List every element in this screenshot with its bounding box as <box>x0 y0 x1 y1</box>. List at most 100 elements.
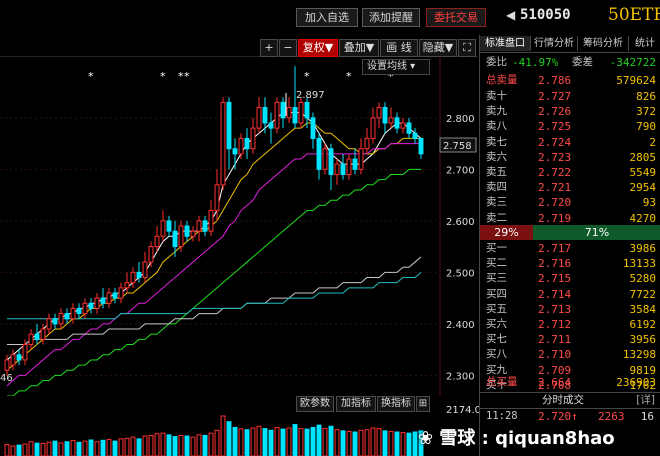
add-alert-button[interactable]: 添加提醒 <box>362 8 420 27</box>
candle[interactable] <box>286 97 292 123</box>
candle[interactable] <box>340 153 346 180</box>
candle[interactable] <box>76 303 82 319</box>
volume-bar <box>334 429 340 456</box>
event-star-icon[interactable]: * <box>304 70 310 83</box>
candle[interactable] <box>16 349 22 366</box>
candle[interactable] <box>316 133 322 180</box>
trade-order-button[interactable]: 委托交易 <box>426 8 486 27</box>
candle[interactable] <box>184 220 190 242</box>
candle[interactable] <box>274 97 280 134</box>
candle[interactable] <box>256 97 262 134</box>
tab-order-book[interactable]: 标准盘口 <box>480 36 531 51</box>
set-ma-dropdown[interactable]: 设置均线 ▾ <box>362 59 430 75</box>
candle[interactable] <box>280 97 286 129</box>
candle[interactable] <box>220 97 226 190</box>
candle[interactable] <box>130 267 136 288</box>
weibi-label: 委比 <box>486 56 507 68</box>
zoom-in-button[interactable]: + <box>260 39 278 57</box>
candle[interactable] <box>232 138 238 170</box>
candle[interactable] <box>160 210 166 242</box>
candle[interactable] <box>70 303 76 324</box>
candle[interactable] <box>172 220 178 257</box>
candle[interactable] <box>190 226 196 242</box>
candle[interactable] <box>208 200 214 237</box>
ask-volume: 2805 <box>629 150 657 164</box>
tick-detail-link[interactable]: [详] <box>636 393 655 408</box>
volume-chart[interactable] <box>0 412 478 456</box>
hide-dropdown[interactable]: 隐藏▼ <box>419 39 457 57</box>
candle[interactable] <box>196 215 202 242</box>
candle[interactable] <box>328 143 334 190</box>
add-watchlist-button[interactable]: 加入自选 <box>296 8 358 27</box>
candle[interactable] <box>388 107 394 129</box>
candle[interactable] <box>370 107 376 144</box>
candle[interactable] <box>262 97 268 134</box>
candle[interactable] <box>40 323 46 345</box>
candle-body <box>364 137 370 150</box>
volume-bar <box>304 428 310 456</box>
candle[interactable] <box>310 112 316 149</box>
candle[interactable] <box>358 138 364 175</box>
candle[interactable] <box>112 287 118 304</box>
candle[interactable] <box>10 349 16 371</box>
candle[interactable] <box>406 117 412 139</box>
event-star-icon[interactable]: * <box>88 70 94 83</box>
event-star-icon[interactable]: * <box>160 70 166 83</box>
candle[interactable] <box>352 148 358 175</box>
candle[interactable] <box>64 308 70 324</box>
switch-indicator-button[interactable]: 换指标 <box>377 396 415 412</box>
candle[interactable] <box>94 292 100 314</box>
candle[interactable] <box>418 137 424 160</box>
event-star-icon[interactable]: * <box>346 70 352 83</box>
candle[interactable] <box>148 241 154 268</box>
tab-chip-analysis[interactable]: 筹码分析 <box>578 36 629 51</box>
bid-level-label: 买八 <box>486 348 507 361</box>
candle[interactable] <box>166 215 172 237</box>
prev-stock-icon[interactable]: ◀ <box>506 8 515 22</box>
candle[interactable] <box>100 287 106 309</box>
candle[interactable] <box>46 313 52 335</box>
candle[interactable] <box>136 262 142 283</box>
candle[interactable] <box>382 102 388 134</box>
candle[interactable] <box>58 308 64 330</box>
candle[interactable] <box>394 112 400 134</box>
draw-line-button[interactable]: 画 线 <box>380 39 418 57</box>
fullscreen-icon[interactable]: ⛶ <box>458 39 476 57</box>
candle[interactable] <box>124 272 130 293</box>
ask-volume: 372 <box>636 105 656 119</box>
restore-rights-dropdown[interactable]: 复权▼ <box>298 39 338 57</box>
candle[interactable] <box>118 282 124 304</box>
overlay-dropdown[interactable]: 叠加▼ <box>339 39 379 57</box>
candle[interactable] <box>106 287 112 309</box>
kline-chart[interactable]: * * * * * * * 2.8002.7002.6002.5002.4002.300 2… <box>0 56 478 396</box>
expand-icon[interactable]: ⊞ <box>416 396 430 412</box>
candle[interactable] <box>244 128 250 160</box>
candle[interactable] <box>202 215 208 237</box>
candle[interactable] <box>226 97 232 170</box>
candle[interactable] <box>364 128 370 154</box>
candle[interactable] <box>82 298 88 319</box>
add-indicator-button[interactable]: 加指标 <box>336 396 376 412</box>
candle[interactable] <box>322 143 328 175</box>
zoom-out-button[interactable]: − <box>279 39 297 57</box>
candle[interactable] <box>346 153 352 180</box>
candle[interactable] <box>28 329 34 350</box>
indicator-param-button[interactable]: 欧参数 <box>296 396 334 412</box>
candle[interactable] <box>334 159 340 185</box>
candle[interactable] <box>154 226 160 252</box>
candle[interactable] <box>298 97 304 129</box>
candle[interactable] <box>400 117 406 134</box>
candle[interactable] <box>268 112 274 144</box>
candle[interactable] <box>238 133 244 160</box>
tab-statistics[interactable]: 统计 <box>629 36 660 51</box>
candle[interactable] <box>250 117 256 154</box>
candle[interactable] <box>142 251 148 283</box>
volume-bar <box>196 434 202 456</box>
tab-market-analysis[interactable]: 行情分析 <box>531 36 578 51</box>
candle[interactable] <box>88 298 94 314</box>
event-star-icon[interactable]: * <box>184 70 190 83</box>
candle[interactable] <box>52 313 58 330</box>
candle[interactable] <box>376 102 382 129</box>
candle[interactable] <box>34 323 40 345</box>
candle[interactable] <box>412 128 418 144</box>
